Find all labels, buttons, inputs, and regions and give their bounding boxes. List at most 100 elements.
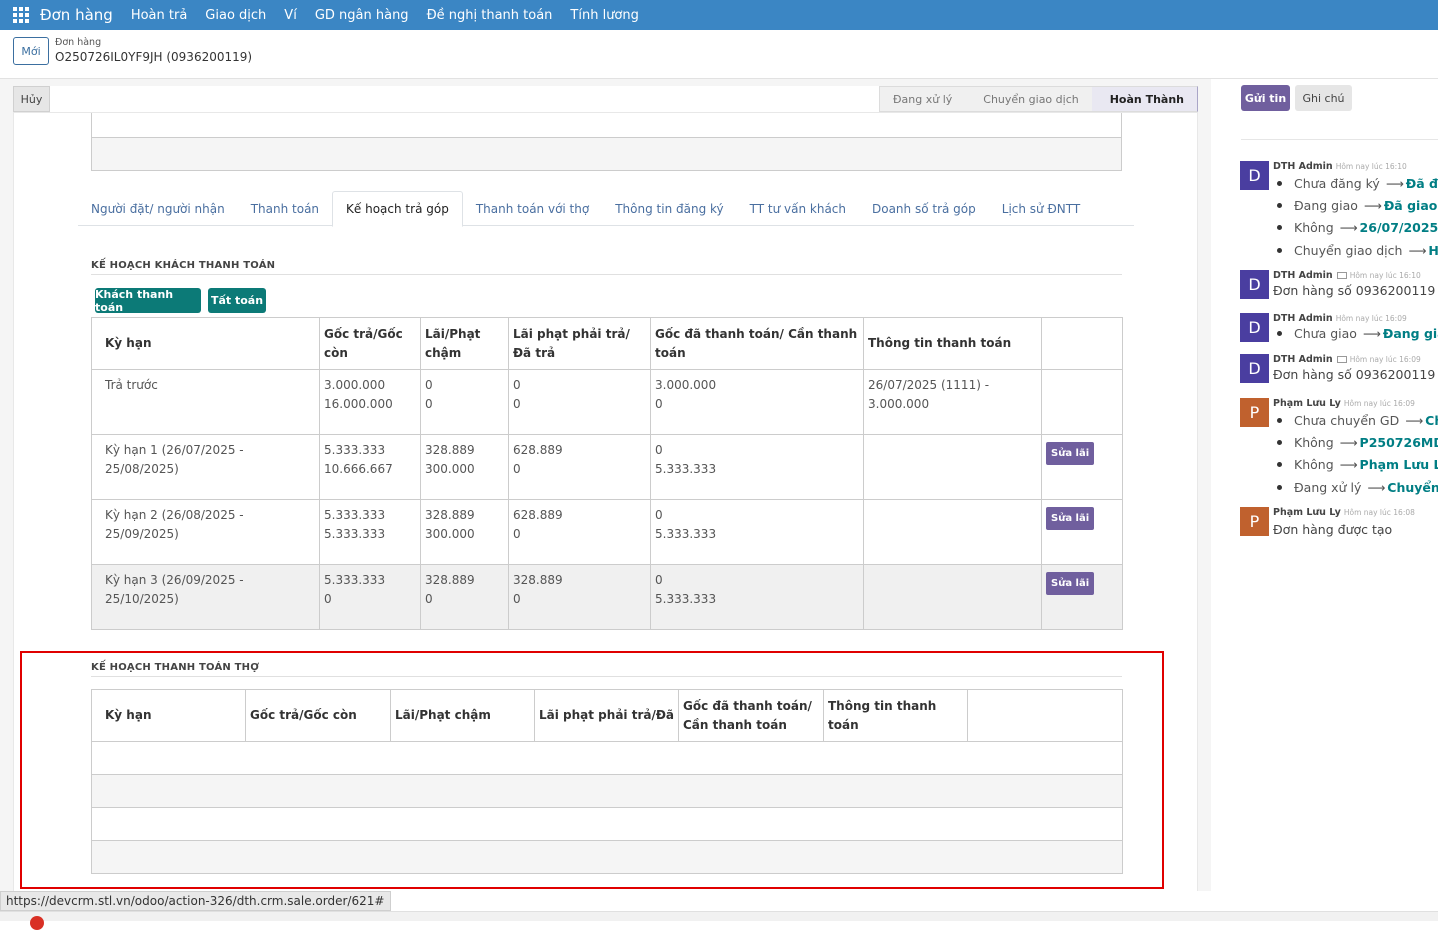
form-sheet: Người đặt/ người nhận Thanh toán Kế hoạc… [13, 112, 1198, 891]
tracking-line: Không⟶P250726MDS [1273, 435, 1438, 450]
tab-thong-tin-dang-ky[interactable]: Thông tin đăng ký [602, 191, 736, 226]
customer-plan-table: Kỳ hạn Gốc trả/Gốc còn Lãi/Phạt chậm Lãi… [91, 317, 1123, 630]
notebook-tabs: Người đặt/ người nhận Thanh toán Kế hoạc… [78, 191, 1134, 227]
table-row[interactable]: Kỳ hạn 2 (26/08/2025 - 25/09/2025) 5.333… [91, 499, 1123, 565]
table-row[interactable]: Trả trước 3.000.000 16.000.000 00 00 3.00… [91, 369, 1123, 435]
cell-info [863, 434, 1042, 500]
cell-principal: 3.000.000 16.000.000 [319, 369, 421, 435]
tab-lich-su-dntt[interactable]: Lịch sử ĐNTT [989, 191, 1093, 226]
avatar[interactable]: D [1240, 161, 1269, 190]
stage-hoan-thanh[interactable]: Hoàn Thành [1091, 86, 1198, 112]
cell-penalty: 628.889 0 [508, 499, 651, 565]
edit-interest-button[interactable]: Sửa lãi [1046, 572, 1095, 595]
form-view: Hủy Đang xử lý Chuyển giao dịch Hoàn Thà… [0, 79, 1211, 891]
stage-pipeline: Đang xử lý Chuyển giao dịch Hoàn Thành [879, 86, 1198, 112]
avatar[interactable]: D [1240, 313, 1269, 342]
table-row [92, 113, 1121, 138]
link-hover-url: https://devcrm.stl.vn/odoo/action-326/dt… [0, 891, 392, 911]
nav-item-gd-ngan-hang[interactable]: GD ngân hàng [315, 8, 409, 23]
cell-penalty: 00 [508, 369, 651, 435]
cell-penalty: 628.889 0 [508, 434, 651, 500]
cell-interest: 328.889 0 [420, 564, 509, 630]
cell-penalty: 328.889 0 [508, 564, 651, 630]
col-header-lai-phat-phai-tra[interactable]: Lãi phạt phải trả/Đã trả [508, 317, 651, 370]
nav-item-tinh-luong[interactable]: Tính lương [570, 8, 638, 23]
cell-actions: Sửa lãi [1041, 564, 1123, 630]
stage-dang-xu-ly[interactable]: Đang xử lý [879, 86, 966, 112]
avatar[interactable]: P [1240, 398, 1269, 427]
stage-chuyen-giao-dich[interactable]: Chuyển giao dịch [965, 86, 1092, 112]
tab-doanh-so-tra-gop[interactable]: Doanh số trả góp [859, 191, 989, 226]
nav-brand[interactable]: Đơn hàng [40, 6, 113, 24]
cell-paid: 0 5.333.333 [650, 499, 864, 565]
table-row[interactable]: Kỳ hạn 3 (26/09/2025 - 25/10/2025) 5.333… [91, 564, 1123, 630]
control-panel: Mới Đơn hàng O250726IL0YF9JH (0936200119… [0, 30, 1438, 79]
cell-principal: 5.333.333 0 [319, 564, 421, 630]
nav-item-vi[interactable]: Ví [284, 8, 297, 23]
cell-info [863, 499, 1042, 565]
tab-ke-hoach-tra-gop[interactable]: Kế hoạch trả góp [332, 191, 463, 227]
apps-menu-icon[interactable] [13, 7, 29, 23]
cell-info: 26/07/2025 (1111) -3.000.000 [863, 369, 1042, 435]
nav-item-giao-dich[interactable]: Giao dịch [205, 8, 266, 23]
message-author: DTH Admin Hôm nay lúc 16:09 [1273, 354, 1421, 365]
avatar[interactable]: P [1240, 507, 1269, 536]
highlight-box [20, 651, 1164, 889]
col-header-ky-han[interactable]: Kỳ hạn [91, 317, 320, 370]
previous-table-remnant [91, 113, 1122, 171]
tab-nguoi-dat[interactable]: Người đặt/ người nhận [78, 191, 238, 226]
cell-term: Kỳ hạn 2 (26/08/2025 - 25/09/2025) [91, 499, 320, 565]
tracking-line: Chưa chuyển GD⟶Chu [1273, 413, 1438, 428]
nav-item-hoan-tra[interactable]: Hoàn trả [131, 8, 187, 23]
new-button[interactable]: Mới [13, 37, 49, 65]
nav-item-de-nghi-thanh-toan[interactable]: Đề nghị thanh toán [427, 8, 553, 23]
cell-interest: 00 [420, 369, 509, 435]
chatter-divider [1241, 139, 1438, 140]
edit-interest-button[interactable]: Sửa lãi [1046, 507, 1095, 530]
chatter-panel: Gửi tin Ghi chú D DTH Admin Hôm nay lúc 1… [1211, 79, 1438, 921]
cell-info [863, 564, 1042, 630]
message-author: DTH Admin Hôm nay lúc 16:10 [1273, 270, 1421, 281]
cell-paid: 3.000.000 0 [650, 369, 864, 435]
cell-term: Trả trước [91, 369, 320, 435]
tab-tt-tu-van-khach[interactable]: TT tư vấn khách [737, 191, 859, 226]
message-author: DTH Admin Hôm nay lúc 16:10 [1273, 161, 1407, 172]
settle-all-button[interactable]: Tất toán [208, 288, 266, 313]
col-header-thong-tin[interactable]: Thông tin thanh toán [863, 317, 1042, 370]
cell-paid: 0 5.333.333 [650, 564, 864, 630]
cell-term: Kỳ hạn 1 (26/07/2025 - 25/08/2025) [91, 434, 320, 500]
col-header-goc[interactable]: Gốc trả/Gốc còn [319, 317, 421, 370]
avatar[interactable]: D [1240, 270, 1269, 299]
col-header-lai-phat[interactable]: Lãi/Phạt chậm [420, 317, 509, 370]
message-body: Đơn hàng số 0936200119 đã [1273, 283, 1438, 298]
tracking-line: Đang giao ⟶ Đã giao [1273, 198, 1437, 213]
cell-actions [1041, 369, 1123, 435]
cancel-button[interactable]: Hủy [13, 86, 50, 112]
taskbar-strip [0, 911, 1438, 921]
cell-term: Kỳ hạn 3 (26/09/2025 - 25/10/2025) [91, 564, 320, 630]
form-statusbar: Hủy Đang xử lý Chuyển giao dịch Hoàn Thà… [13, 86, 1198, 112]
breadcrumb-parent[interactable]: Đơn hàng [55, 37, 101, 48]
cell-paid: 0 5.333.333 [650, 434, 864, 500]
send-message-button[interactable]: Gửi tin [1241, 85, 1290, 111]
tracking-line: Chưa đăng ký⟶Đã đăn [1273, 176, 1438, 191]
avatar[interactable]: D [1240, 354, 1269, 383]
tracking-line: Không⟶Phạm Lưu Ly [1273, 457, 1438, 472]
tracking-line: Chuyển giao dịch⟶Ho [1273, 243, 1438, 258]
top-navbar: Đơn hàng Hoàn trả Giao dịch Ví GD ngân h… [0, 0, 1438, 30]
message-body: Đơn hàng được tạo [1273, 522, 1393, 537]
tracking-line: Chưa giao⟶Đang giao [1273, 326, 1438, 341]
tracking-line: Không⟶26/07/2025 16 [1273, 220, 1438, 235]
message-author: Phạm Lưu Ly Hôm nay lúc 16:08 [1273, 507, 1415, 518]
col-header-goc-da-thanh-toan[interactable]: Gốc đã thanh toán/ Cần thanh toán [650, 317, 864, 370]
customer-pay-button[interactable]: Khách thanh toán [95, 288, 201, 314]
envelope-icon [1336, 272, 1347, 279]
cell-actions: Sửa lãi [1041, 434, 1123, 500]
tab-thanh-toan[interactable]: Thanh toán [238, 191, 332, 226]
log-note-button[interactable]: Ghi chú [1295, 85, 1352, 111]
cell-principal: 5.333.333 5.333.333 [319, 499, 421, 565]
tab-thanh-toan-voi-tho[interactable]: Thanh toán với thợ [463, 191, 602, 226]
edit-interest-button[interactable]: Sửa lãi [1046, 442, 1095, 465]
table-header-row: Kỳ hạn Gốc trả/Gốc còn Lãi/Phạt chậm Lãi… [91, 317, 1123, 370]
table-row[interactable]: Kỳ hạn 1 (26/07/2025 - 25/08/2025) 5.333… [91, 434, 1123, 500]
